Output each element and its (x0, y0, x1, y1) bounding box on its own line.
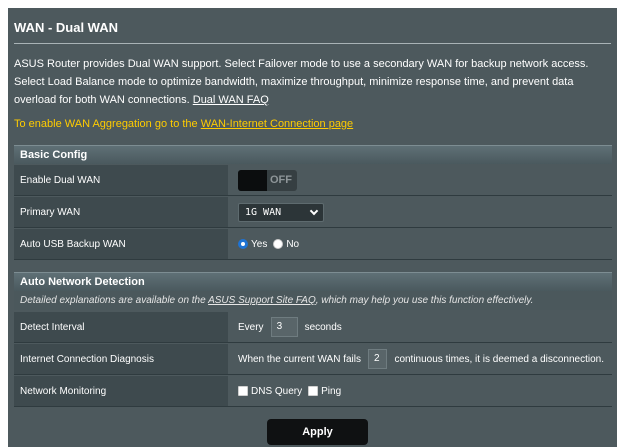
chevron-down-icon (309, 206, 319, 215)
page-title: WAN - Dual WAN (14, 20, 118, 35)
enable-dual-wan-value: OFF (230, 165, 612, 195)
aggregation-note-text: To enable WAN Aggregation go to the (14, 118, 201, 130)
page-description: ASUS Router provides Dual WAN support. S… (14, 55, 612, 109)
dns-query-label: DNS Query (251, 385, 303, 397)
aggregation-note: To enable WAN Aggregation go to the WAN-… (14, 118, 353, 130)
detect-interval-suffix: seconds (304, 321, 342, 333)
toggle-state: OFF (270, 173, 292, 186)
primary-wan-row: Primary WAN 1G WAN (14, 197, 612, 228)
connection-diagnosis-value: When the current WAN fails 2 continuous … (230, 344, 612, 374)
no-label: No (286, 238, 300, 250)
basic-config-header: Basic Config (14, 145, 612, 164)
auto-usb-backup-label: Auto USB Backup WAN (14, 229, 228, 259)
auto-usb-no-option[interactable]: No (273, 239, 299, 250)
yes-label: Yes (251, 238, 268, 250)
radio-unselected-icon[interactable] (273, 239, 284, 249)
detect-interval-value: Every 3 seconds (230, 312, 612, 342)
network-monitoring-row: Network Monitoring DNS Query Ping (14, 376, 612, 407)
auto-usb-backup-value: Yes No (230, 229, 612, 259)
support-info-after: , which may help you use this function e… (315, 295, 534, 306)
detect-interval-prefix: Every (238, 321, 264, 333)
dual-wan-panel: WAN - Dual WAN ASUS Router provides Dual… (8, 8, 617, 447)
auto-network-detection-header: Auto Network Detection (14, 272, 612, 291)
dns-query-option[interactable]: DNS Query (238, 386, 302, 397)
auto-usb-yes-option[interactable]: Yes (238, 239, 267, 250)
connection-diagnosis-label: Internet Connection Diagnosis (14, 344, 228, 374)
primary-wan-selected: 1G WAN (245, 206, 282, 218)
enable-dual-wan-label: Enable Dual WAN (14, 165, 228, 195)
diagnosis-suffix: continuous times, it is deemed a disconn… (394, 353, 604, 365)
detect-interval-label: Detect Interval (14, 312, 228, 342)
support-info: Detailed explanations are available on t… (14, 291, 612, 310)
detect-interval-row: Detect Interval Every 3 seconds (14, 312, 612, 343)
dns-query-checkbox[interactable] (238, 386, 248, 396)
support-info-before: Detailed explanations are available on t… (20, 295, 209, 306)
auto-usb-backup-row: Auto USB Backup WAN Yes No (14, 229, 612, 260)
apply-button[interactable]: Apply (267, 419, 368, 445)
primary-wan-value: 1G WAN (230, 197, 612, 227)
ping-checkbox[interactable] (308, 386, 319, 396)
network-monitoring-label: Network Monitoring (14, 376, 228, 406)
ping-label: Ping (321, 385, 342, 397)
title-divider (14, 43, 611, 44)
wan-internet-connection-link[interactable]: WAN-Internet Connection page (201, 118, 353, 130)
enable-dual-wan-toggle[interactable]: OFF (238, 169, 297, 191)
radio-selected-icon[interactable] (238, 239, 248, 249)
ping-option[interactable]: Ping (308, 386, 341, 397)
asus-support-faq-link[interactable]: ASUS Support Site FAQ (208, 295, 316, 306)
network-monitoring-value: DNS Query Ping (230, 376, 612, 406)
primary-wan-select[interactable]: 1G WAN (238, 202, 324, 222)
description-text: ASUS Router provides Dual WAN support. S… (14, 58, 589, 106)
dual-wan-faq-link[interactable]: Dual WAN FAQ (193, 94, 269, 106)
connection-diagnosis-row: Internet Connection Diagnosis When the c… (14, 344, 612, 375)
diagnosis-prefix: When the current WAN fails (238, 353, 362, 365)
diagnosis-fail-count-input[interactable]: 2 (368, 349, 388, 369)
toggle-knob (238, 169, 267, 191)
detect-interval-input[interactable]: 3 (270, 317, 298, 337)
enable-dual-wan-row: Enable Dual WAN OFF (14, 165, 612, 196)
primary-wan-label: Primary WAN (14, 197, 228, 227)
